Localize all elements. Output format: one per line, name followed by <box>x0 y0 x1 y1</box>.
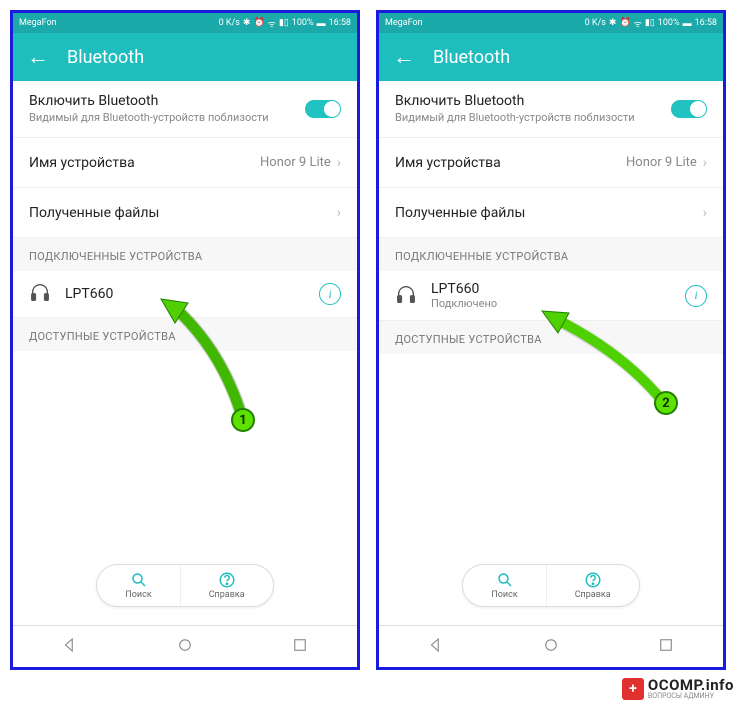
device-name-label: Имя устройства <box>29 155 135 171</box>
available-section-header: ДОСТУПНЫЕ УСТРОЙСТВА <box>379 321 723 354</box>
watermark-main: OCOMP.info <box>648 678 734 693</box>
headphones-icon <box>29 281 51 307</box>
page-title: Bluetooth <box>433 47 510 68</box>
search-label: Поиск <box>491 590 517 600</box>
search-button[interactable]: Поиск <box>463 565 545 606</box>
plus-icon: + <box>622 678 644 700</box>
bluetooth-icon: ✱ <box>609 18 617 28</box>
device-name: LPT660 <box>431 281 671 297</box>
battery-label: 100% <box>658 18 680 28</box>
nav-home-icon[interactable] <box>176 636 194 658</box>
status-bar: MegaFon 0 K/s ✱ ⏰ ᯤ ▮▯ 100% ▬ 16:58 <box>379 13 723 33</box>
watermark-sub: ВОПРОСЫ АДМИНУ <box>648 693 734 700</box>
headphones-icon <box>395 283 417 309</box>
search-button[interactable]: Поиск <box>97 565 179 606</box>
nav-bar <box>379 625 723 667</box>
info-icon[interactable]: i <box>685 285 707 307</box>
nav-bar <box>13 625 357 667</box>
received-files-row[interactable]: Полученные файлы › <box>13 188 357 238</box>
bottom-button-bar: Поиск Справка <box>379 564 723 607</box>
connected-section-header: ПОДКЛЮЧЕННЫЕ УСТРОЙСТВА <box>13 238 357 271</box>
device-name-row[interactable]: Имя устройства Honor 9 Lite › <box>13 138 357 188</box>
chevron-right-icon: › <box>337 155 341 171</box>
received-files-row[interactable]: Полученные файлы › <box>379 188 723 238</box>
back-icon[interactable]: ← <box>27 44 49 70</box>
speed-label: 0 K/s <box>585 18 606 28</box>
help-button[interactable]: Справка <box>546 565 639 606</box>
bluetooth-toggle[interactable] <box>305 100 341 118</box>
page-header: ← Bluetooth <box>379 33 723 81</box>
nav-back-icon[interactable] <box>427 636 445 658</box>
received-files-label: Полученные файлы <box>29 205 159 221</box>
battery-icon: ▬ <box>317 18 326 29</box>
alarm-icon: ⏰ <box>619 18 630 28</box>
device-name-row[interactable]: Имя устройства Honor 9 Lite › <box>379 138 723 188</box>
carrier-label: MegaFon <box>19 18 57 28</box>
wifi-icon: ᯤ <box>634 17 642 30</box>
device-name-value: Honor 9 Lite <box>626 155 697 170</box>
page-title: Bluetooth <box>67 47 144 68</box>
help-label: Справка <box>575 590 611 600</box>
chevron-right-icon: › <box>337 205 341 221</box>
connected-section-header: ПОДКЛЮЧЕННЫЕ УСТРОЙСТВА <box>379 238 723 271</box>
battery-label: 100% <box>292 18 314 28</box>
wifi-icon: ᯤ <box>268 17 276 30</box>
status-bar: MegaFon 0 K/s ✱ ⏰ ᯤ ▮▯ 100% ▬ 16:58 <box>13 13 357 33</box>
time-label: 16:58 <box>329 18 351 28</box>
time-label: 16:58 <box>695 18 717 28</box>
bottom-button-bar: Поиск Справка <box>13 564 357 607</box>
signal-icon: ▮▯ <box>279 18 289 28</box>
enable-bluetooth-row[interactable]: Включить Bluetooth Видимый для Bluetooth… <box>13 81 357 138</box>
search-label: Поиск <box>125 590 151 600</box>
info-icon[interactable]: i <box>319 283 341 305</box>
device-name-value: Honor 9 Lite <box>260 155 331 170</box>
nav-home-icon[interactable] <box>542 636 560 658</box>
enable-bluetooth-row[interactable]: Включить Bluetooth Видимый для Bluetooth… <box>379 81 723 138</box>
signal-icon: ▮▯ <box>645 18 655 28</box>
help-button[interactable]: Справка <box>180 565 273 606</box>
nav-recent-icon[interactable] <box>657 636 675 658</box>
device-status: Подключено <box>431 297 671 310</box>
help-label: Справка <box>209 590 245 600</box>
page-header: ← Bluetooth <box>13 33 357 81</box>
phone-screenshot-2: MegaFon 0 K/s ✱ ⏰ ᯤ ▮▯ 100% ▬ 16:58 ← Bl… <box>376 10 726 670</box>
available-section-header: ДОСТУПНЫЕ УСТРОЙСТВА <box>13 318 357 351</box>
annotation-badge-1: 1 <box>231 408 255 432</box>
chevron-right-icon: › <box>703 155 707 171</box>
enable-title: Включить Bluetooth <box>29 93 269 109</box>
paired-device-row[interactable]: LPT660 Подключено i <box>379 271 723 321</box>
enable-title: Включить Bluetooth <box>395 93 635 109</box>
device-name: LPT660 <box>65 286 305 302</box>
enable-subtitle: Видимый для Bluetooth-устройств поблизос… <box>395 111 635 125</box>
nav-recent-icon[interactable] <box>291 636 309 658</box>
enable-subtitle: Видимый для Bluetooth-устройств поблизос… <box>29 111 269 125</box>
annotation-badge-2: 2 <box>654 391 678 415</box>
carrier-label: MegaFon <box>385 18 423 28</box>
received-files-label: Полученные файлы <box>395 205 525 221</box>
paired-device-row[interactable]: LPT660 i <box>13 271 357 318</box>
device-name-label: Имя устройства <box>395 155 501 171</box>
battery-icon: ▬ <box>683 18 692 29</box>
back-icon[interactable]: ← <box>393 44 415 70</box>
phone-screenshot-1: MegaFon 0 K/s ✱ ⏰ ᯤ ▮▯ 100% ▬ 16:58 ← Bl… <box>10 10 360 670</box>
watermark: + OCOMP.info ВОПРОСЫ АДМИНУ <box>622 678 734 700</box>
bluetooth-toggle[interactable] <box>671 100 707 118</box>
chevron-right-icon: › <box>703 205 707 221</box>
speed-label: 0 K/s <box>219 18 240 28</box>
bluetooth-icon: ✱ <box>243 18 251 28</box>
nav-back-icon[interactable] <box>61 636 79 658</box>
alarm-icon: ⏰ <box>253 18 264 28</box>
